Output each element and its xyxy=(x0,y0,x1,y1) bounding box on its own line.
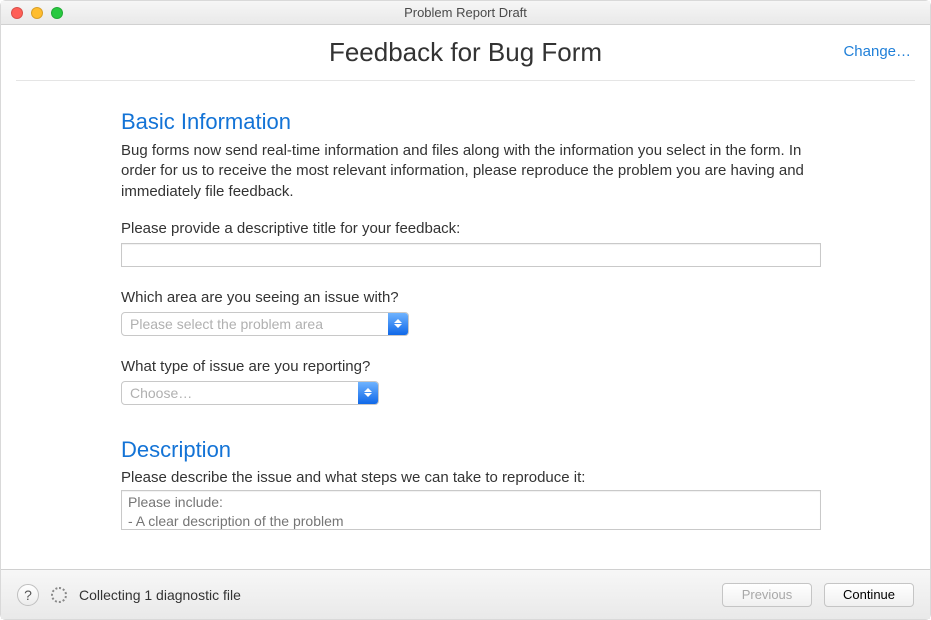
issue-type-select-stepper[interactable] xyxy=(358,382,378,404)
footer: ? Collecting 1 diagnostic file Previous … xyxy=(1,569,930,619)
basic-info-heading: Basic Information xyxy=(121,109,810,135)
help-button[interactable]: ? xyxy=(17,584,39,606)
status-text: Collecting 1 diagnostic file xyxy=(79,587,241,603)
page-header: Feedback for Bug Form Change… xyxy=(16,25,915,81)
help-icon: ? xyxy=(24,587,32,603)
window-title: Problem Report Draft xyxy=(9,5,922,20)
page-title: Feedback for Bug Form xyxy=(329,37,602,68)
feedback-title-label: Please provide a descriptive title for y… xyxy=(121,220,810,237)
spinner-icon xyxy=(51,587,67,603)
issue-type-label: What type of issue are you reporting? xyxy=(121,358,810,375)
form-content[interactable]: Basic Information Bug forms now send rea… xyxy=(1,81,930,569)
chevron-down-icon xyxy=(364,393,372,397)
description-label: Please describe the issue and what steps… xyxy=(121,469,810,486)
section-basic-info: Basic Information Bug forms now send rea… xyxy=(121,109,810,405)
chevron-up-icon xyxy=(364,388,372,392)
minimize-window-button[interactable] xyxy=(31,7,43,19)
area-select[interactable]: Please select the problem area xyxy=(121,312,409,336)
titlebar[interactable]: Problem Report Draft xyxy=(1,1,930,25)
area-select-stepper[interactable] xyxy=(388,313,408,335)
change-link[interactable]: Change… xyxy=(843,43,911,60)
area-select-value: Please select the problem area xyxy=(122,313,388,335)
previous-button: Previous xyxy=(722,583,812,607)
basic-info-description: Bug forms now send real-time information… xyxy=(121,141,810,202)
area-label: Which area are you seeing an issue with? xyxy=(121,289,810,306)
chevron-up-icon xyxy=(394,319,402,323)
issue-type-select[interactable]: Choose… xyxy=(121,381,379,405)
close-window-button[interactable] xyxy=(11,7,23,19)
section-description: Description Please describe the issue an… xyxy=(121,437,810,534)
feedback-title-input[interactable] xyxy=(121,243,821,267)
description-heading: Description xyxy=(121,437,810,463)
maximize-window-button[interactable] xyxy=(51,7,63,19)
traffic-lights xyxy=(11,7,63,19)
continue-button[interactable]: Continue xyxy=(824,583,914,607)
issue-type-select-value: Choose… xyxy=(122,382,358,404)
description-textarea[interactable] xyxy=(121,490,821,530)
chevron-down-icon xyxy=(394,324,402,328)
